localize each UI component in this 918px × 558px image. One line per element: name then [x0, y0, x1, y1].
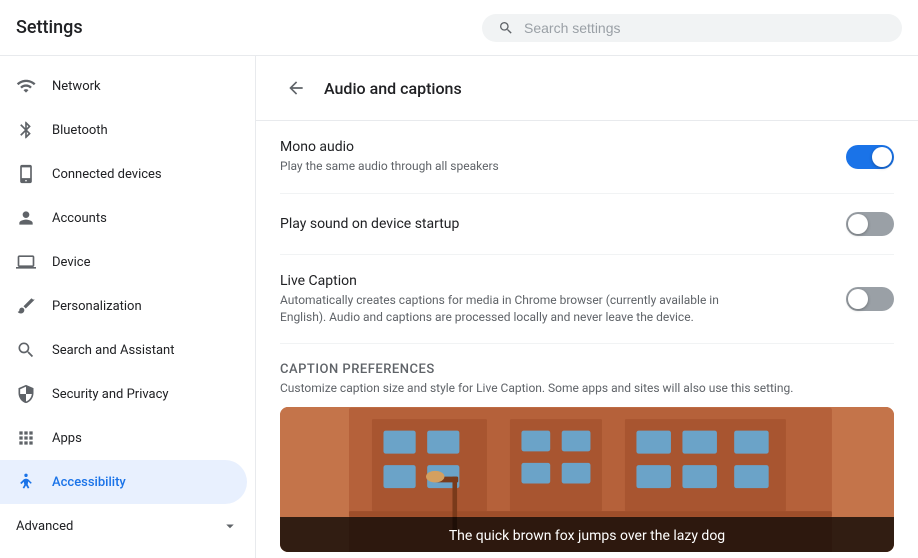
- sidebar-item-accessibility[interactable]: Accessibility: [0, 460, 247, 504]
- sidebar-item-apps[interactable]: Apps: [0, 416, 247, 460]
- content-area: Audio and captions Mono audio Play the s…: [256, 56, 918, 558]
- sidebar-item-personalization[interactable]: Personalization: [0, 284, 247, 328]
- sidebar-item-accessibility-label: Accessibility: [52, 475, 126, 490]
- search-icon: [498, 20, 514, 36]
- sidebar-item-connected-devices[interactable]: Connected devices: [0, 152, 247, 196]
- shield-icon: [16, 384, 36, 404]
- mono-audio-desc: Play the same audio through all speakers: [280, 158, 760, 175]
- main-content: Network Bluetooth Connected devices: [0, 56, 918, 558]
- person-icon: [16, 208, 36, 228]
- content-title: Audio and captions: [324, 79, 462, 98]
- sidebar-item-device[interactable]: Device: [0, 240, 247, 284]
- sidebar-item-advanced[interactable]: Advanced: [0, 504, 255, 548]
- caption-preview: The quick brown fox jumps over the lazy …: [280, 407, 894, 552]
- wifi-icon: [16, 76, 36, 96]
- live-caption-toggle[interactable]: [846, 287, 894, 311]
- apps-icon: [16, 428, 36, 448]
- sidebar: Network Bluetooth Connected devices: [0, 56, 256, 558]
- sidebar-item-security-privacy-label: Security and Privacy: [52, 387, 169, 402]
- caption-prefs-title: Caption preferences: [280, 362, 894, 377]
- caption-preview-text: The quick brown fox jumps over the lazy …: [449, 528, 725, 544]
- page-title: Settings: [16, 17, 83, 38]
- devices-icon: [16, 164, 36, 184]
- chevron-down-icon: [221, 517, 239, 535]
- search-bar[interactable]: [482, 14, 902, 42]
- live-caption-row: Live Caption Automatically creates capti…: [280, 255, 894, 345]
- sidebar-item-search-assistant[interactable]: Search and Assistant: [0, 328, 247, 372]
- caption-text-bar: The quick brown fox jumps over the lazy …: [280, 517, 894, 552]
- play-sound-startup-thumb: [848, 214, 868, 234]
- sidebar-item-bluetooth-label: Bluetooth: [52, 123, 108, 138]
- mono-audio-row: Mono audio Play the same audio through a…: [280, 121, 894, 194]
- back-button[interactable]: [280, 72, 312, 104]
- sidebar-advanced-label: Advanced: [16, 519, 73, 534]
- play-sound-startup-toggle[interactable]: [846, 212, 894, 236]
- search-input[interactable]: [524, 20, 886, 36]
- header: Settings: [0, 0, 918, 56]
- sidebar-item-security-privacy[interactable]: Security and Privacy: [0, 372, 247, 416]
- sidebar-item-connected-devices-label: Connected devices: [52, 167, 162, 182]
- sidebar-item-network[interactable]: Network: [0, 64, 247, 108]
- bluetooth-icon: [16, 120, 36, 140]
- search-settings-icon: [16, 340, 36, 360]
- sidebar-item-accounts[interactable]: Accounts: [0, 196, 247, 240]
- content-header: Audio and captions: [256, 56, 918, 121]
- settings-body: Mono audio Play the same audio through a…: [256, 121, 918, 558]
- mono-audio-toggle[interactable]: [846, 145, 894, 169]
- brush-icon: [16, 296, 36, 316]
- sidebar-item-device-label: Device: [52, 255, 91, 270]
- sidebar-item-accounts-label: Accounts: [52, 211, 107, 226]
- sidebar-item-search-assistant-label: Search and Assistant: [52, 343, 175, 358]
- live-caption-name: Live Caption: [280, 273, 846, 289]
- caption-preferences-section: Caption preferences Customize caption si…: [280, 344, 894, 558]
- laptop-icon: [16, 252, 36, 272]
- caption-prefs-desc: Customize caption size and style for Liv…: [280, 381, 894, 395]
- accessibility-icon: [16, 472, 36, 492]
- mono-audio-name: Mono audio: [280, 139, 846, 155]
- mono-audio-thumb: [872, 147, 892, 167]
- live-caption-thumb: [848, 289, 868, 309]
- sidebar-item-bluetooth[interactable]: Bluetooth: [0, 108, 247, 152]
- sidebar-item-personalization-label: Personalization: [52, 299, 142, 314]
- play-sound-startup-row: Play sound on device startup: [280, 194, 894, 255]
- live-caption-desc: Automatically creates captions for media…: [280, 292, 760, 326]
- sidebar-item-apps-label: Apps: [52, 431, 82, 446]
- play-sound-startup-name: Play sound on device startup: [280, 216, 846, 232]
- sidebar-item-network-label: Network: [52, 79, 101, 94]
